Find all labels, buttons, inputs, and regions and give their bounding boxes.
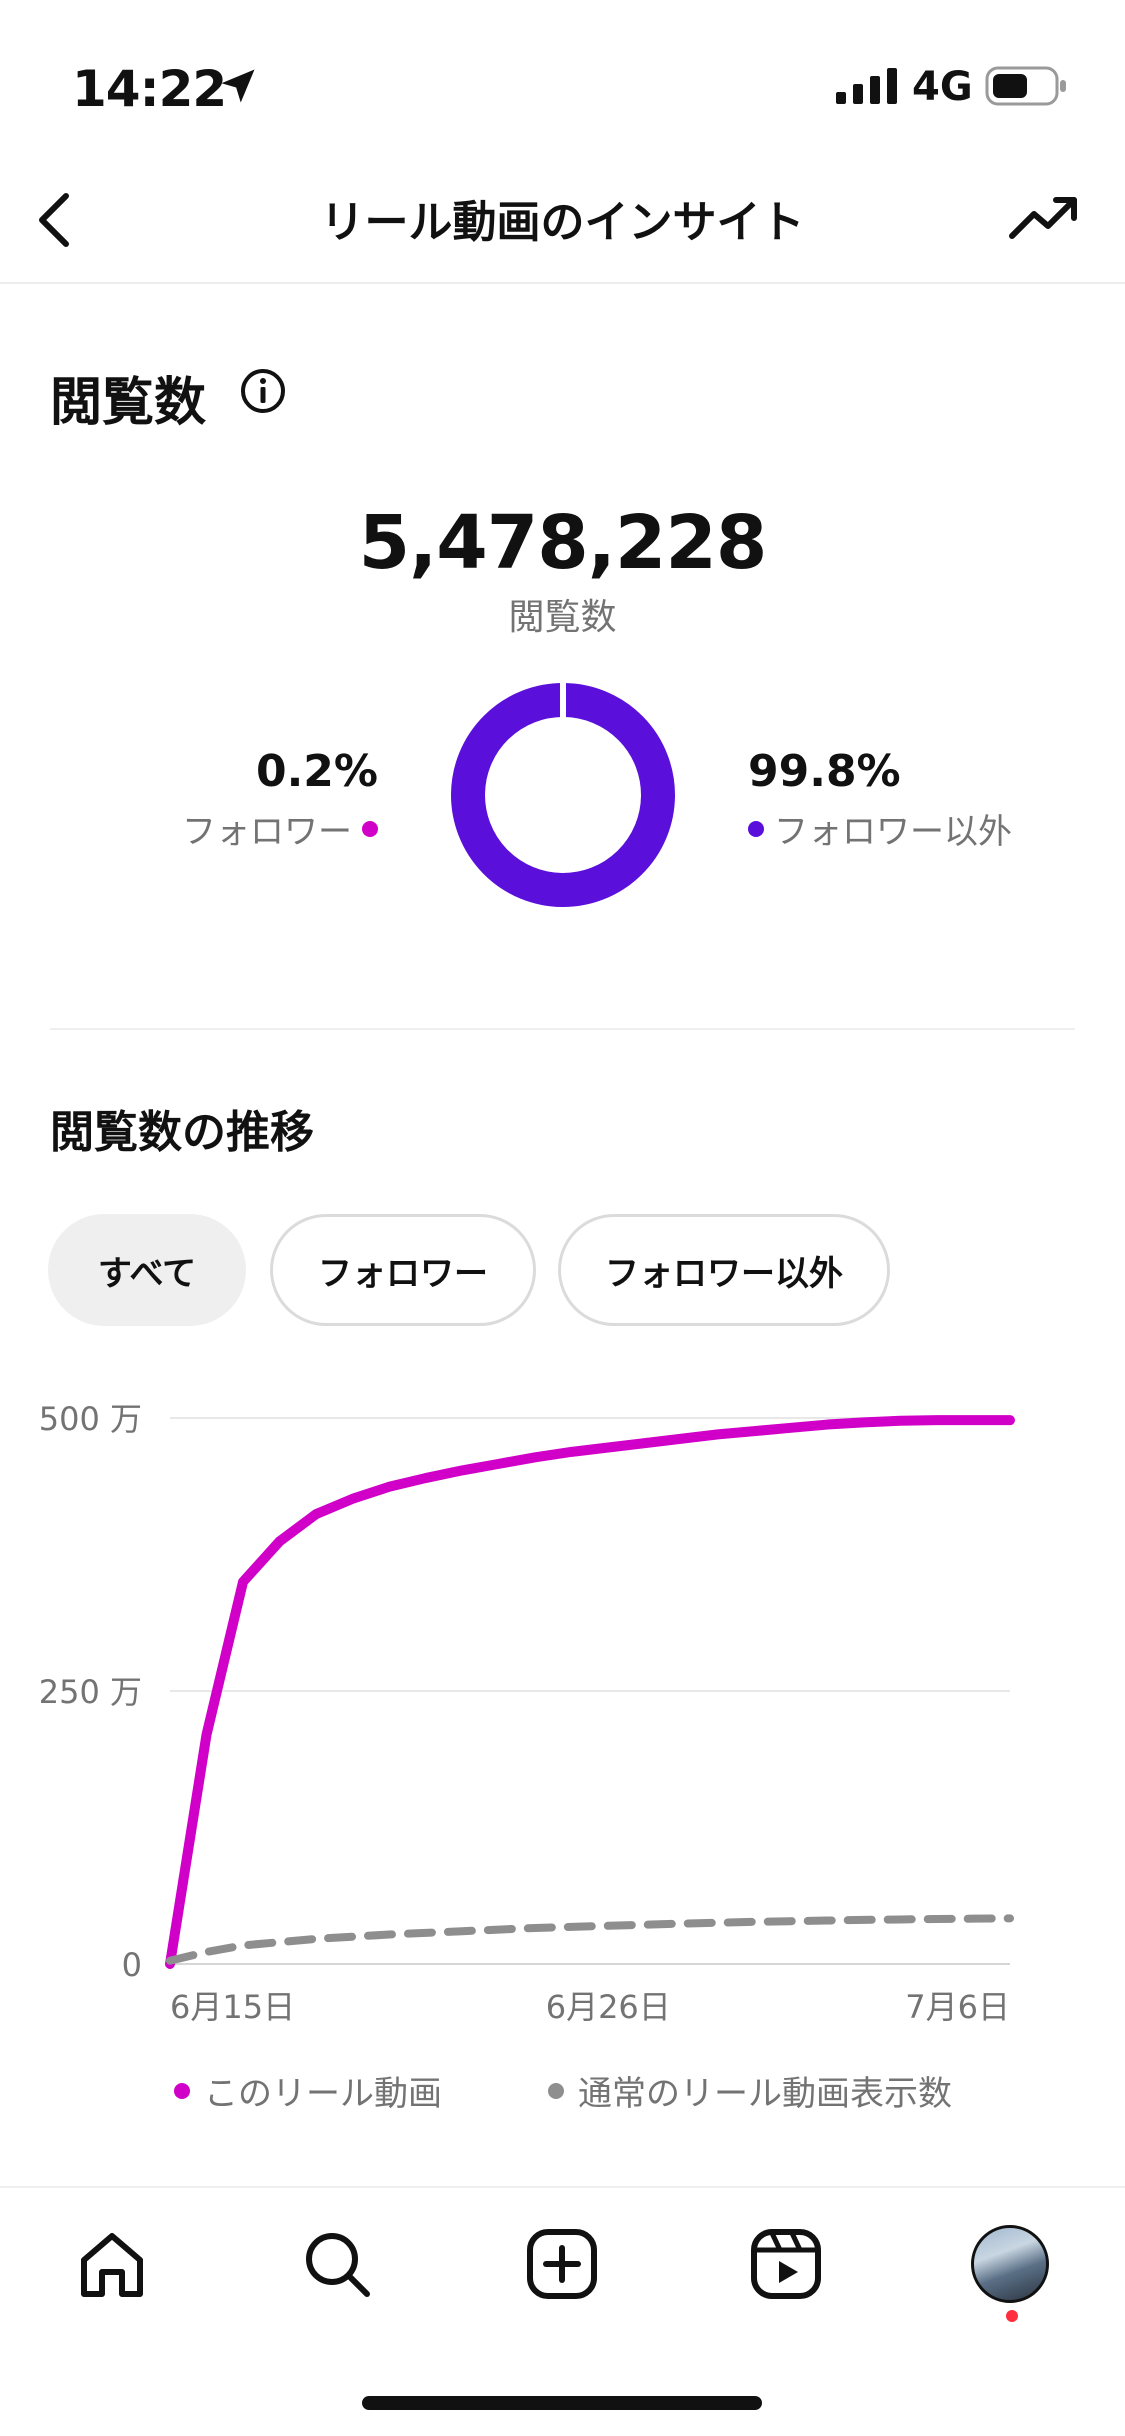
- network-type: 4G: [912, 64, 973, 110]
- nav-create[interactable]: [514, 2216, 610, 2312]
- nonfollowers-label-row: フォロワー以外: [748, 804, 1012, 853]
- search-icon: [306, 2233, 370, 2297]
- notification-dot: [1006, 2310, 1018, 2322]
- location-arrow-icon: [221, 69, 255, 103]
- nav-reels[interactable]: [738, 2216, 834, 2312]
- followers-percent: 0.2%: [255, 746, 378, 797]
- legend-typical: 通常のリール動画表示数: [548, 2066, 952, 2115]
- followers-label: フォロワー: [182, 812, 352, 852]
- legend-typical-dot: [548, 2082, 564, 2099]
- chart-x-tick-label: 6月26日: [546, 1988, 671, 2026]
- followers-label-row: フォロワー: [182, 804, 378, 853]
- trend-heading: 閲覧数の推移: [50, 1107, 314, 1158]
- views-line-chart: 0 250 万 500 万 6月15日 6月26日 7月6日: [39, 1400, 1015, 2026]
- filter-chip-all[interactable]: すべて: [48, 1214, 246, 1326]
- status-time: 14:22: [72, 60, 227, 118]
- legend-this-reel-dot: [174, 2082, 190, 2099]
- chart-y-tick-label: 500 万: [39, 1400, 142, 1438]
- section-divider: [50, 1028, 1075, 1030]
- nav-search[interactable]: [289, 2216, 385, 2312]
- home-icon: [81, 2233, 143, 2297]
- chart-y-tick-label: 250 万: [39, 1673, 142, 1711]
- header-divider: [0, 282, 1125, 284]
- views-total-label: 閲覧数: [508, 597, 617, 638]
- signal-icon: [836, 68, 897, 104]
- trending-up-icon: [1009, 197, 1077, 239]
- nav-home[interactable]: [64, 2216, 160, 2312]
- page-title: リール動画のインサイト: [320, 197, 805, 248]
- donut-segment-nonfollowers: [451, 683, 675, 907]
- home-indicator: [362, 2396, 762, 2410]
- trends-button[interactable]: [1000, 180, 1090, 260]
- nonfollowers-dot: [748, 820, 764, 837]
- legend-typical-label: 通常のリール動画表示数: [578, 2074, 952, 2114]
- profile-avatar: [971, 2225, 1049, 2303]
- reels-icon: [751, 2229, 821, 2299]
- chart-x-tick-label: 6月15日: [170, 1988, 295, 2026]
- series-line-typical: [166, 1914, 1014, 1965]
- battery-icon: [985, 66, 1066, 106]
- legend-this-reel-label: このリール動画: [204, 2074, 442, 2114]
- create-icon: [527, 2229, 597, 2299]
- series-line-this-reel: [165, 1415, 1015, 1969]
- nav-profile[interactable]: [962, 2216, 1058, 2312]
- views-total: 5,478,228: [358, 500, 768, 586]
- views-donut-chart: [451, 682, 675, 907]
- info-icon[interactable]: [238, 366, 288, 416]
- followers-dot: [362, 820, 378, 837]
- nonfollowers-percent: 99.8%: [748, 746, 901, 797]
- chart-y-tick-label: 0: [122, 1946, 142, 1984]
- nav-divider: [0, 2186, 1125, 2188]
- chart-x-tick-label: 7月6日: [905, 1988, 1010, 2026]
- views-heading: 閲覧数: [50, 373, 207, 433]
- legend-this-reel: このリール動画: [174, 2066, 442, 2115]
- nonfollowers-label: フォロワー以外: [774, 812, 1012, 852]
- filter-chip-nonfollowers[interactable]: フォロワー以外: [558, 1214, 890, 1326]
- filter-chip-followers[interactable]: フォロワー: [270, 1214, 536, 1326]
